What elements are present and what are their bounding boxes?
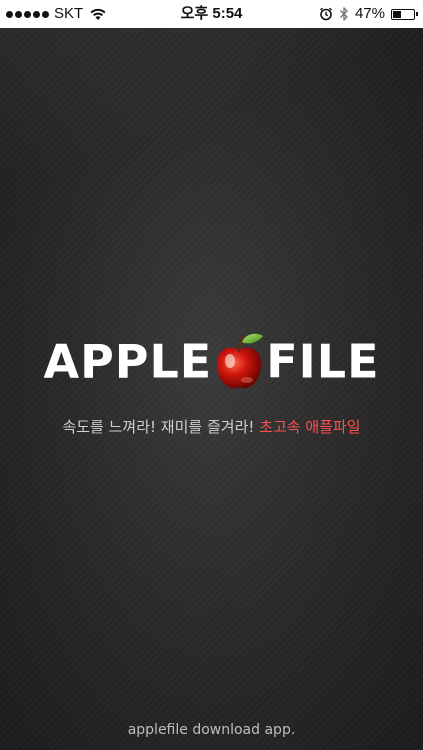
status-right: 47%: [319, 0, 418, 28]
carrier-label: SKT: [54, 5, 84, 22]
battery-icon: [391, 8, 418, 20]
splash-screen: APPLE FILE 속도를 느껴라! 재미를 즐겨라! 초고속 애플파일 ap…: [0, 28, 423, 750]
signal-dots-icon: [6, 10, 49, 18]
tagline: 속도를 느껴라! 재미를 즐겨라! 초고속 애플파일: [0, 416, 423, 437]
footer-caption: applefile download app.: [127, 722, 296, 738]
app-logo: APPLE FILE: [0, 326, 423, 394]
status-bar: SKT 오후 5:54 47%: [0, 0, 423, 28]
tagline-accent: 초고속 애플파일: [259, 418, 361, 436]
wifi-icon: [90, 8, 106, 20]
logo-text-apple: APPLE: [43, 334, 213, 389]
logo-text-file: FILE: [266, 334, 380, 389]
bluetooth-icon: [339, 7, 348, 21]
alarm-icon: [319, 7, 332, 21]
status-left: SKT: [6, 0, 107, 28]
background-glow: [0, 28, 423, 178]
tagline-main: 속도를 느껴라! 재미를 즐겨라!: [62, 418, 260, 436]
battery-percent: 47%: [354, 5, 385, 22]
red-apple-icon: [217, 333, 264, 388]
